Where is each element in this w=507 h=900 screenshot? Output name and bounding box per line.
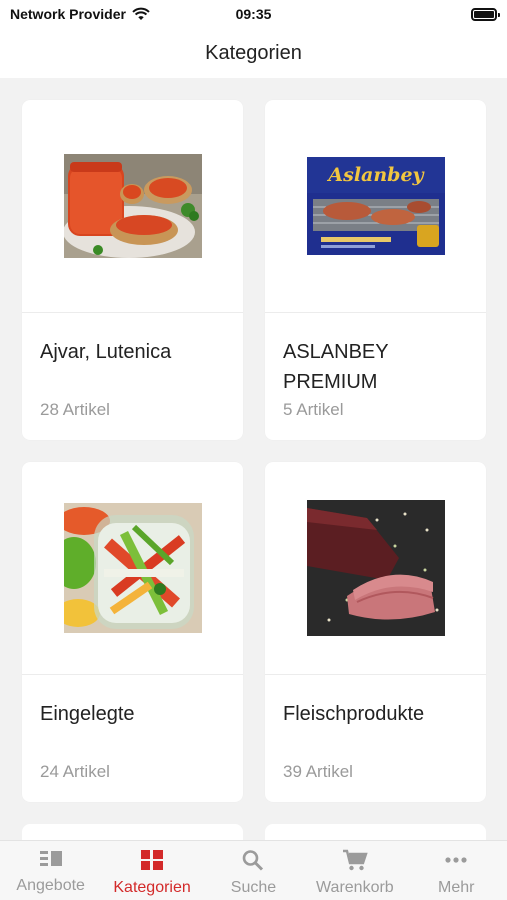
wifi-icon bbox=[132, 7, 150, 20]
tab-kategorien[interactable]: Kategorien bbox=[102, 849, 202, 897]
page-header: Kategorien bbox=[0, 28, 507, 78]
cart-icon bbox=[342, 849, 368, 871]
category-card-ajvar[interactable]: Ajvar, Lutenica 28 Artikel bbox=[22, 100, 243, 440]
ajvar-bread-photo bbox=[63, 154, 202, 258]
tab-warenkorb[interactable]: Warenkorb bbox=[305, 849, 405, 897]
category-count: 5 Artikel bbox=[283, 400, 344, 419]
category-count: 28 Artikel bbox=[40, 400, 110, 419]
tab-label: Kategorien bbox=[113, 879, 191, 896]
aslanbey-package-photo: Aslanbey bbox=[306, 157, 445, 255]
tab-label: Warenkorb bbox=[316, 879, 394, 896]
category-card-body: Eingelegte 24 Artikel bbox=[22, 675, 243, 802]
tab-angebote[interactable]: Angebote bbox=[1, 849, 101, 895]
category-card-body: Ajvar, Lutenica 28 Artikel bbox=[22, 313, 243, 440]
status-left: Network Provider bbox=[10, 6, 150, 22]
category-title: Fleischprodukte bbox=[283, 703, 425, 725]
more-dots-icon bbox=[445, 857, 467, 863]
category-image-area bbox=[265, 462, 486, 675]
category-title: Ajvar, Lutenica bbox=[40, 341, 172, 363]
bottom-tab-bar: Angebote Kategorien Suche Warenkorb Mehr bbox=[0, 840, 507, 900]
battery-icon bbox=[471, 7, 500, 21]
category-card-eingelegte[interactable]: Eingelegte 24 Artikel bbox=[22, 462, 243, 802]
status-bar: Network Provider 09:35 bbox=[0, 0, 507, 28]
category-image-area bbox=[22, 462, 243, 675]
category-card-body: ASLANBEY PREMIUM 5 Artikel bbox=[265, 313, 486, 440]
dried-meat-photo bbox=[306, 500, 445, 636]
tab-suche[interactable]: Suche bbox=[203, 849, 303, 897]
pickled-vegetables-jar-photo bbox=[63, 503, 202, 633]
page-title: Kategorien bbox=[205, 41, 302, 64]
category-card-fleischprodukte[interactable]: Fleischprodukte 39 Artikel bbox=[265, 462, 486, 802]
tab-label: Angebote bbox=[16, 877, 85, 894]
aslanbey-logo-text: Aslanbey bbox=[326, 164, 425, 186]
category-title: Eingelegte bbox=[40, 703, 135, 725]
category-image-area bbox=[22, 100, 243, 313]
tab-mehr[interactable]: Mehr bbox=[406, 849, 506, 897]
tab-label: Mehr bbox=[438, 879, 475, 896]
category-card-aslanbey[interactable]: Aslanbey ASLANBEY PREMIUM 5 Artikel bbox=[265, 100, 486, 440]
category-image-area: Aslanbey bbox=[265, 100, 486, 313]
category-card-body: Fleischprodukte 39 Artikel bbox=[265, 675, 486, 802]
grid-icon bbox=[141, 850, 164, 870]
category-title: ASLANBEY PREMIUM bbox=[283, 341, 389, 393]
tab-label: Suche bbox=[230, 879, 277, 896]
category-grid: Ajvar, Lutenica 28 Artikel Aslanbey ASLA… bbox=[22, 100, 486, 864]
category-count: 39 Artikel bbox=[283, 762, 353, 781]
carrier-label: Network Provider bbox=[10, 6, 126, 22]
category-count: 24 Artikel bbox=[40, 762, 110, 781]
list-icon bbox=[39, 851, 62, 866]
search-icon bbox=[243, 850, 264, 871]
